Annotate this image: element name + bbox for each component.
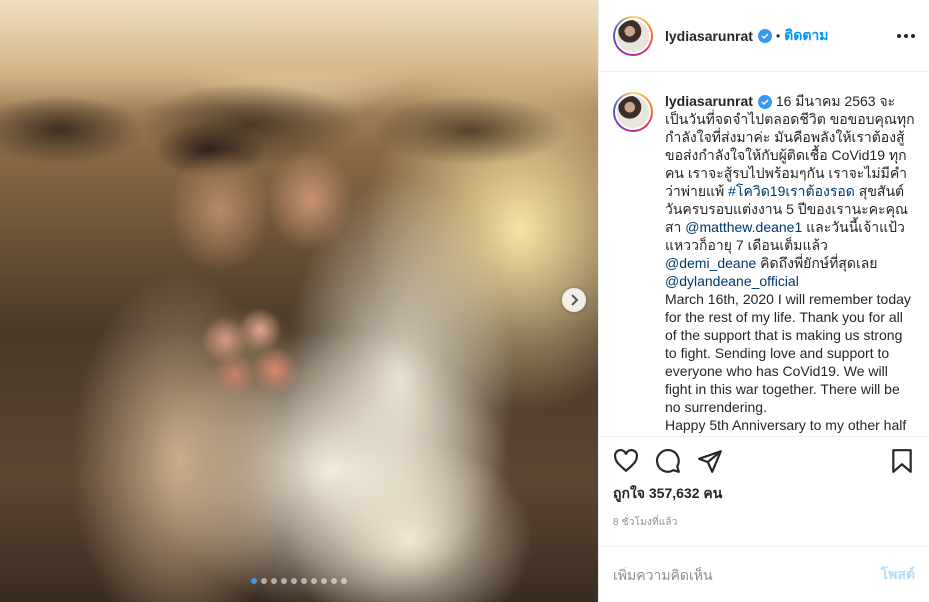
caption-section: lydiasarunrat 16 มีนาคม 2563 จะเป็นวันที…: [599, 72, 929, 436]
more-options-icon[interactable]: [897, 33, 915, 38]
verified-badge-icon: [757, 95, 772, 110]
comment-bar: โพสต์: [599, 546, 929, 602]
mention-link-dylan[interactable]: @dylandeane_official: [665, 273, 799, 289]
chevron-right-icon: [571, 294, 579, 306]
comment-icon[interactable]: [655, 448, 681, 474]
post-comment-button[interactable]: โพสต์: [881, 564, 915, 586]
carousel-next-button[interactable]: [562, 288, 586, 312]
bookmark-icon[interactable]: [889, 448, 915, 474]
post-timestamp[interactable]: 8 ชั่วโมงที่แล้ว: [613, 515, 915, 530]
caption-text: lydiasarunrat 16 มีนาคม 2563 จะเป็นวันที…: [665, 92, 915, 436]
carousel-dot: [261, 578, 267, 584]
post-header: lydiasarunrat • ติดตาม: [599, 0, 929, 72]
comment-input[interactable]: [613, 566, 881, 583]
username-link[interactable]: lydiasarunrat: [665, 28, 753, 44]
hashtag-link[interactable]: #โควิด19เราต้องรอด: [728, 183, 855, 199]
caption-english-2: Happy 5th Anniversary to my other half a…: [665, 417, 907, 436]
caption-username[interactable]: lydiasarunrat: [665, 93, 753, 109]
mention-link-demi[interactable]: @demi_deane: [665, 255, 756, 271]
share-icon[interactable]: [697, 448, 723, 474]
mention-link-matthew[interactable]: @matthew.deane1: [685, 219, 802, 235]
carousel-dot: [311, 578, 317, 584]
carousel-dot: [341, 578, 347, 584]
carousel-dot: [321, 578, 327, 584]
photo-bouquet: [190, 290, 310, 400]
likes-count[interactable]: ถูกใจ 357,632 คน: [613, 483, 915, 505]
carousel-dot: [291, 578, 297, 584]
instagram-post-view: lydiasarunrat • ติดตาม lydiasarunrat 16 …: [0, 0, 929, 602]
post-side-panel: lydiasarunrat • ติดตาม lydiasarunrat 16 …: [598, 0, 929, 602]
carousel-dot: [301, 578, 307, 584]
carousel-indicator: [0, 578, 598, 584]
carousel-dot: [281, 578, 287, 584]
carousel-dot: [251, 578, 257, 584]
carousel-dot: [271, 578, 277, 584]
heart-icon[interactable]: [613, 448, 639, 474]
post-photo[interactable]: [0, 0, 598, 602]
avatar[interactable]: [613, 15, 653, 56]
separator-dot: •: [775, 28, 781, 43]
caption-thai-4: คิดถึงพี่ยักษ์ที่สุดเลย: [756, 255, 878, 271]
action-bar: ถูกใจ 357,632 คน 8 ชั่วโมงที่แล้ว: [599, 436, 929, 530]
verified-badge-icon: [757, 28, 772, 43]
follow-button[interactable]: ติดตาม: [784, 25, 828, 47]
carousel-dot: [331, 578, 337, 584]
caption-english-1: March 16th, 2020 I will remember today f…: [665, 291, 911, 415]
caption-avatar[interactable]: [613, 92, 653, 132]
